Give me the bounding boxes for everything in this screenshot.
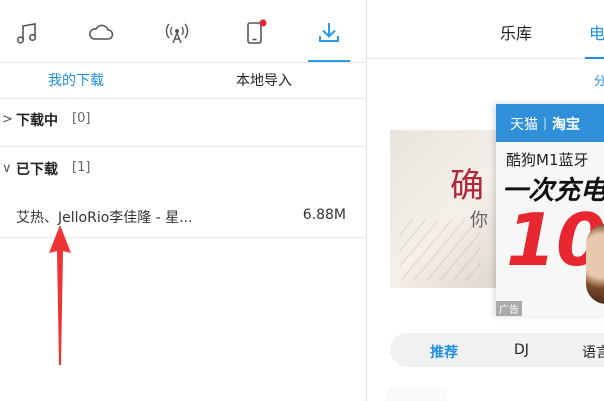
category-language[interactable]: 语言 — [582, 342, 604, 362]
annotation-arrow-icon — [49, 225, 71, 365]
section-downloaded[interactable]: ∨ 已下载 [1] — [0, 147, 366, 195]
ad-brand-tmall: 天猫 — [510, 117, 538, 133]
ad-brand-taobao: 淘宝 — [552, 117, 580, 133]
tab-library[interactable]: 乐库 — [500, 20, 532, 44]
download-icon[interactable] — [308, 18, 350, 62]
section-title: 已下载 — [16, 162, 58, 178]
phone-device-icon[interactable] — [240, 18, 270, 48]
music-note-icon[interactable] — [12, 18, 42, 48]
chevron-right-icon: > — [2, 112, 13, 127]
ad-banner[interactable]: 天猫 | 淘宝 酷狗M1蓝牙 一次充电 10 广告 — [496, 104, 604, 316]
section-downloading[interactable]: > 下载中 [0] — [0, 98, 366, 147]
library-subtab[interactable]: 分 — [594, 72, 604, 89]
banner-subtext: 你 — [470, 210, 488, 231]
ad-brand-separator: | — [543, 116, 548, 130]
radio-broadcast-icon[interactable] — [162, 18, 192, 48]
tab-radio[interactable]: 电 — [584, 20, 604, 59]
download-panel: 我的下载 本地导入 > 下载中 [0] ∨ 已下载 [1] 艾热、JelloRi… — [0, 0, 367, 401]
ad-photo — [586, 224, 604, 304]
tab-my-downloads[interactable]: 我的下载 — [48, 70, 104, 90]
chevron-down-icon: ∨ — [2, 161, 12, 176]
section-count: [0] — [72, 111, 91, 126]
section-count: [1] — [72, 160, 91, 175]
song-title: 艾热、JelloRio李佳隆 - 星... — [16, 210, 193, 226]
category-pill-bar: 推荐 DJ 语言 — [390, 333, 604, 367]
tab-local-import[interactable]: 本地导入 — [236, 70, 292, 90]
banner-image[interactable]: 确 你 — [390, 130, 510, 288]
ad-brand-bar: 天猫 | 淘宝 — [496, 104, 604, 142]
cloud-icon[interactable] — [86, 18, 116, 48]
ad-label: 广告 — [496, 301, 522, 316]
file-size: 6.88M — [302, 207, 346, 223]
top-icon-bar — [0, 0, 366, 63]
library-panel: 乐库 电 分 确 你 天猫 | 淘宝 酷狗M1蓝牙 一次充电 10 广告 推荐 … — [367, 0, 604, 401]
ad-headline: 酷狗M1蓝牙 — [506, 151, 589, 169]
banner-text: 确 — [450, 166, 484, 206]
category-dj[interactable]: DJ — [514, 342, 529, 358]
category-recommend[interactable]: 推荐 — [430, 342, 458, 362]
section-title: 下载中 — [16, 113, 58, 129]
download-subtabs: 我的下载 本地导入 — [0, 62, 366, 99]
notification-dot — [259, 19, 267, 27]
library-tabs: 乐库 电 — [367, 0, 604, 59]
